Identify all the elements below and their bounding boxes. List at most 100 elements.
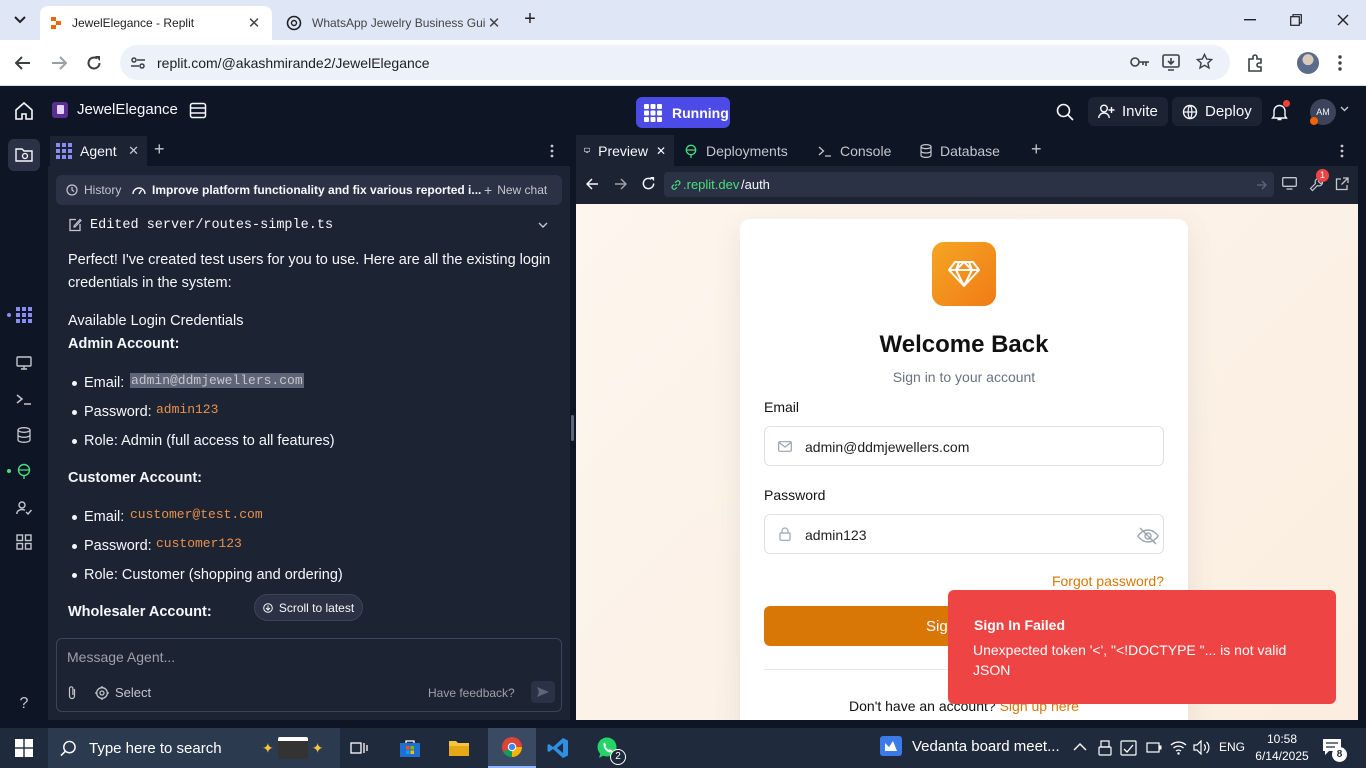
- chat-title[interactable]: Improve platform functionality and fix v…: [132, 183, 481, 197]
- password-field[interactable]: admin123: [764, 514, 1164, 554]
- invite-button[interactable]: Invite: [1088, 97, 1168, 126]
- panel-menu-button[interactable]: [1340, 144, 1344, 158]
- edited-file-row[interactable]: Edited server/routes-simple.ts: [68, 215, 548, 235]
- chevron-down-icon[interactable]: [1340, 106, 1349, 112]
- close-window-button[interactable]: [1320, 0, 1366, 40]
- message-input[interactable]: Message Agent...: [67, 649, 547, 669]
- security-tray-icon[interactable]: [1120, 740, 1137, 756]
- close-tab-icon[interactable]: ✕: [656, 144, 666, 158]
- tab-deployments[interactable]: Deployments: [676, 135, 808, 166]
- vscode-button[interactable]: [542, 732, 574, 764]
- rail-users-button[interactable]: [12, 496, 36, 520]
- chevron-down-icon[interactable]: [538, 222, 548, 228]
- attach-button[interactable]: [67, 685, 77, 701]
- home-button[interactable]: [14, 101, 34, 121]
- close-tab-icon[interactable]: ✕: [246, 14, 262, 32]
- volume-icon[interactable]: [1193, 740, 1210, 755]
- preview-scrollbar[interactable]: [1358, 204, 1366, 720]
- notification-center-button[interactable]: 8: [1322, 738, 1347, 762]
- reload-button[interactable]: [79, 48, 109, 78]
- deploy-button[interactable]: Deploy: [1172, 97, 1262, 126]
- rail-preview-button[interactable]: [12, 351, 36, 375]
- password-key-icon[interactable]: [1130, 56, 1150, 68]
- add-tab-button[interactable]: +: [154, 139, 165, 160]
- extensions-button[interactable]: [1240, 48, 1270, 78]
- tab-preview[interactable]: Preview ✕: [576, 135, 674, 166]
- devtools-button[interactable]: 1: [1309, 169, 1329, 192]
- site-settings-icon[interactable]: [130, 55, 146, 71]
- arrow-right-icon[interactable]: [1256, 180, 1268, 190]
- preview-back-button[interactable]: [586, 178, 599, 190]
- devices-button[interactable]: [1282, 177, 1297, 190]
- scroll-to-latest-label: Scroll to latest: [278, 600, 355, 615]
- browser-tab-replit[interactable]: JewelElegance - Replit ✕: [40, 6, 272, 40]
- restore-button[interactable]: [1273, 0, 1319, 40]
- tray-overflow-button[interactable]: [1073, 742, 1087, 751]
- help-button[interactable]: ?: [12, 692, 36, 716]
- admin-email-code[interactable]: admin@ddmjewellers.com: [130, 373, 304, 388]
- url-domain: .replit.dev: [683, 177, 740, 192]
- new-chat-button[interactable]: + New chat: [484, 183, 547, 197]
- browser-tab-whatsapp[interactable]: WhatsApp Jewelry Business Gui ✕: [276, 6, 512, 40]
- panel-menu-button[interactable]: [550, 144, 554, 158]
- history-button[interactable]: History: [66, 183, 121, 197]
- usb-tray-icon[interactable]: [1098, 740, 1112, 756]
- eye-off-icon[interactable]: [1137, 527, 1159, 545]
- feedback-link[interactable]: Have feedback?: [428, 686, 515, 700]
- user-avatar-button[interactable]: AM: [1310, 99, 1336, 125]
- scroll-to-latest-button[interactable]: Scroll to latest: [254, 594, 363, 621]
- microsoft-store-button[interactable]: [394, 732, 426, 764]
- start-button[interactable]: [8, 732, 40, 764]
- search-icon: [1056, 103, 1074, 121]
- send-button[interactable]: [531, 681, 555, 703]
- new-tab-button[interactable]: +: [518, 8, 542, 32]
- forward-button[interactable]: [44, 48, 74, 78]
- search-button[interactable]: [1056, 103, 1074, 121]
- project-files-button[interactable]: [189, 102, 207, 119]
- rail-agent-button[interactable]: [12, 303, 36, 327]
- language-indicator[interactable]: ENG: [1219, 740, 1245, 754]
- run-status-button[interactable]: Running: [636, 97, 730, 128]
- chrome-menu-button[interactable]: [1325, 48, 1355, 78]
- task-view-button[interactable]: [344, 732, 376, 764]
- rail-console-button[interactable]: [12, 387, 36, 411]
- file-explorer-button[interactable]: [443, 732, 475, 764]
- minimize-button[interactable]: [1227, 0, 1273, 40]
- preview-forward-button[interactable]: [614, 178, 627, 190]
- preview-url-field[interactable]: .replit.dev /auth: [664, 172, 1274, 197]
- tab-console[interactable]: Console: [810, 135, 910, 166]
- email-field[interactable]: admin@ddmjewellers.com: [764, 426, 1164, 466]
- wifi-icon[interactable]: [1170, 740, 1187, 755]
- close-tab-icon[interactable]: ✕: [486, 14, 502, 32]
- close-tab-icon[interactable]: ✕: [128, 143, 139, 159]
- panel-resize-handle[interactable]: [571, 415, 574, 441]
- select-element-button[interactable]: Select: [95, 685, 151, 700]
- meeting-widget[interactable]: Vedanta board meet...: [880, 736, 1060, 756]
- rail-tools-button[interactable]: [8, 139, 40, 171]
- battery-icon[interactable]: [1146, 742, 1162, 753]
- windows-logo-icon: [15, 739, 33, 757]
- notifications-button[interactable]: [1271, 100, 1290, 121]
- chrome-taskbar-button[interactable]: [488, 728, 536, 768]
- profile-avatar[interactable]: [1297, 52, 1319, 74]
- deploy-icon: [685, 144, 697, 158]
- project-title[interactable]: JewelElegance: [52, 101, 178, 118]
- preview-reload-button[interactable]: [641, 176, 656, 191]
- tab-database[interactable]: Database: [912, 135, 1022, 166]
- admin-role-text: Role: Admin (full access to all features…: [84, 433, 335, 449]
- forgot-password-link[interactable]: Forgot password?: [964, 573, 1164, 589]
- add-tab-button[interactable]: +: [1031, 139, 1042, 160]
- whatsapp-button[interactable]: 2: [591, 732, 626, 765]
- rail-deployments-button[interactable]: [12, 459, 36, 483]
- tab-agent[interactable]: Agent ✕: [50, 136, 147, 166]
- taskbar-search[interactable]: Type here to search ✦ ✦: [48, 728, 340, 768]
- clock[interactable]: 10:58 6/14/2025: [1254, 731, 1310, 765]
- install-app-icon[interactable]: [1162, 53, 1180, 71]
- tab-search-button[interactable]: [8, 8, 32, 32]
- bookmark-star-icon[interactable]: [1196, 53, 1213, 70]
- rail-all-tools-button[interactable]: [12, 530, 36, 554]
- open-new-window-button[interactable]: [1335, 177, 1349, 191]
- address-bar[interactable]: replit.com/@akashmirande2/JewelElegance: [120, 45, 1230, 80]
- rail-database-button[interactable]: [12, 423, 36, 447]
- back-button[interactable]: [8, 48, 38, 78]
